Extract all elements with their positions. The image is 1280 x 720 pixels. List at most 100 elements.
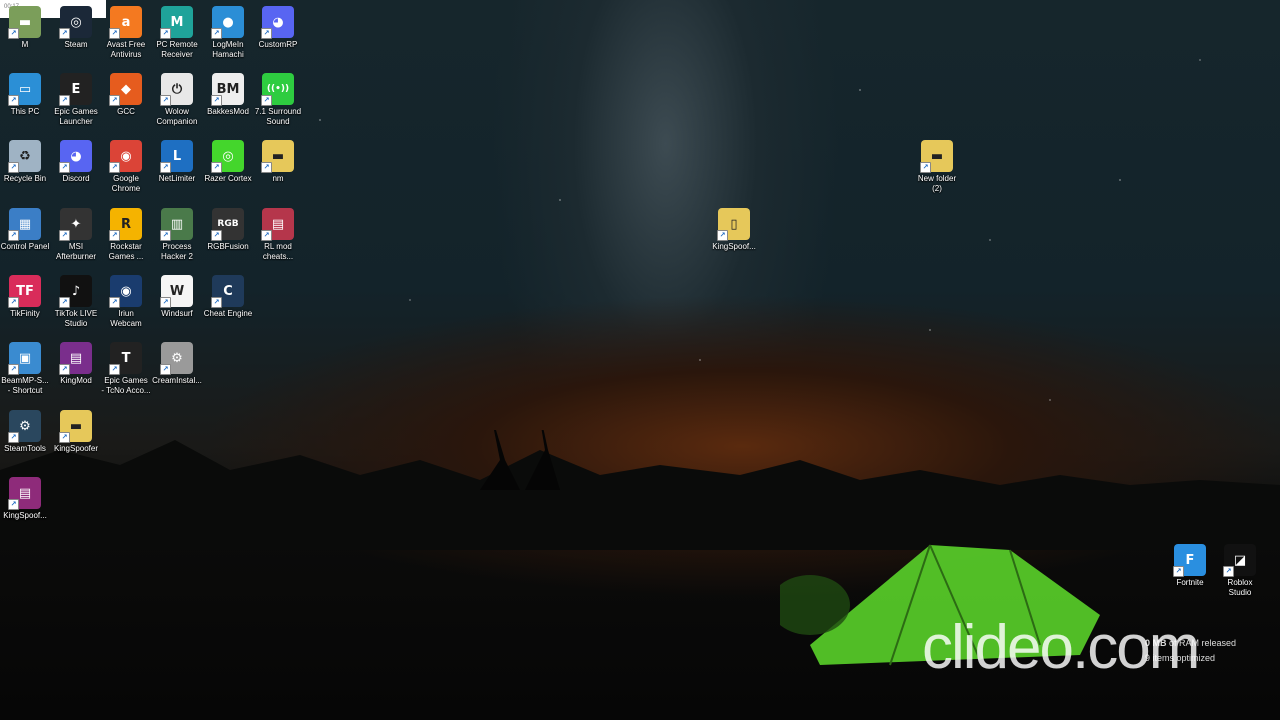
shortcut-arrow-icon: ↗ (717, 230, 728, 241)
folder-icon: ▬ ↗ (59, 410, 92, 443)
desktop-icon-rockstar[interactable]: R ↗ Rockstar Games ... (101, 208, 151, 262)
desktop-icon-process-hacker[interactable]: ▥ ↗ Process Hacker 2 (152, 208, 202, 262)
desktop-icon-beammp[interactable]: ▣ ↗ BeamMP-S... - Shortcut (0, 342, 50, 396)
desktop-icon-roblox-studio[interactable]: ◪ ↗ Roblox Studio (1215, 544, 1265, 598)
shortcut-arrow-icon: ↗ (261, 95, 272, 106)
desktop-icon-label: Google Chrome (111, 174, 141, 193)
desktop-icon-pc-remote[interactable]: M ↗ PC Remote Receiver (152, 6, 202, 60)
rockstar-icon: R ↗ (109, 208, 142, 241)
tikfinity-icon: TF ↗ (8, 275, 41, 308)
tiktok-icon: ♪ ↗ (59, 275, 92, 308)
desktop-icon-label: CustomRP (258, 40, 298, 49)
desktop-icon-gcc[interactable]: ◆ ↗ GCC (101, 73, 151, 117)
desktop-icon-epic-games[interactable]: E ↗ Epic Games Launcher (51, 73, 101, 127)
shortcut-arrow-icon: ↗ (59, 297, 70, 308)
desktop-icon-steam[interactable]: ◎ ↗ Steam (51, 6, 101, 50)
desktop-icon-label: Roblox Studio (1227, 578, 1253, 597)
desktop-icon-label: TikTok LIVE Studio (54, 309, 98, 328)
shortcut-arrow-icon: ↗ (59, 162, 70, 173)
desktop-icon-label: LogMeIn Hamachi (212, 40, 244, 59)
netlimiter-icon: L ↗ (160, 140, 193, 173)
shortcut-arrow-icon: ↗ (8, 162, 19, 173)
desktop-icon-folder[interactable]: ▬ ↗ M (0, 6, 50, 50)
desktop-icon-cheat-engine[interactable]: C ↗ Cheat Engine (203, 275, 253, 319)
desktop-icon-tcno[interactable]: T ↗ Epic Games - TcNo Acco... (101, 342, 151, 396)
hamachi-icon: ● ↗ (211, 6, 244, 39)
steamtools-icon: ⚙ ↗ (8, 410, 41, 443)
desktop-icon-surround-sound[interactable]: ((•)) ↗ 7.1 Surround Sound (253, 73, 303, 127)
ram-released-text: 0 MB of RAM released (1145, 638, 1236, 648)
shortcut-arrow-icon: ↗ (1223, 566, 1234, 577)
desktop-icon-rar-archive[interactable]: ▤ ↗ RL mod cheats... (253, 208, 303, 262)
desktop-icon-computer[interactable]: ▭ ↗ This PC (0, 73, 50, 117)
desktop-icon-msi-afterburner[interactable]: ✦ ↗ MSI Afterburner (51, 208, 101, 262)
epic-games-icon: E ↗ (59, 73, 92, 106)
desktop-icon-folder[interactable]: ▬ ↗ nm (253, 140, 303, 184)
shortcut-arrow-icon: ↗ (261, 28, 272, 39)
desktop-icon-discord[interactable]: ◕ ↗ Discord (51, 140, 101, 184)
desktop-icon-folder[interactable]: ▬ ↗ KingSpoofer (51, 410, 101, 454)
folder-icon: ▬ ↗ (920, 140, 953, 173)
desktop-icon-label: KingSpoof... (3, 511, 47, 520)
shortcut-arrow-icon: ↗ (59, 230, 70, 241)
desktop-icon-label: Cheat Engine (203, 309, 253, 318)
desktop-icon-netlimiter[interactable]: L ↗ NetLimiter (152, 140, 202, 184)
desktop-icon-label: Epic Games - TcNo Acco... (101, 376, 151, 395)
desktop-icon-fortnite[interactable]: F ↗ Fortnite (1165, 544, 1215, 588)
desktop-icon-label: New folder (2) (917, 174, 957, 193)
desktop-icon-label: RL mod cheats... (262, 242, 294, 261)
desktop-icon-windsurf[interactable]: W ↗ Windsurf (152, 275, 202, 319)
desktop-icon-label: nm (272, 174, 284, 183)
ram-released-suffix: of RAM released (1169, 638, 1237, 648)
shortcut-arrow-icon: ↗ (160, 28, 171, 39)
shortcut-arrow-icon: ↗ (8, 28, 19, 39)
desktop-icon-power[interactable]: ⏻ ↗ Wolow Companion (152, 73, 202, 127)
desktop-icon-discord[interactable]: ◕ ↗ CustomRP (253, 6, 303, 50)
recycle-bin-icon: ♻ ↗ (8, 140, 41, 173)
desktop-icon-razer-cortex[interactable]: ◎ ↗ Razer Cortex (203, 140, 253, 184)
shortcut-arrow-icon: ↗ (109, 297, 120, 308)
rar-archive-icon: ▤ ↗ (261, 208, 294, 241)
desktop-icon-file[interactable]: ▯ ↗ KingSpoof... (709, 208, 759, 252)
shortcut-arrow-icon: ↗ (160, 95, 171, 106)
chrome-icon: ◉ ↗ (109, 140, 142, 173)
desktop-icon-label: TikFinity (10, 309, 40, 318)
shortcut-arrow-icon: ↗ (109, 230, 120, 241)
desktop-icon-rgbfusion[interactable]: RGB ↗ RGBFusion (203, 208, 253, 252)
iriun-webcam-icon: ◉ ↗ (109, 275, 142, 308)
desktop-icon-recycle-bin[interactable]: ♻ ↗ Recycle Bin (0, 140, 50, 184)
items-optimized-text: 9 items optimized (1145, 653, 1216, 663)
bakkesmod-icon: BM ↗ (211, 73, 244, 106)
desktop-icon-label: RGBFusion (207, 242, 249, 251)
tcno-icon: T ↗ (109, 342, 142, 375)
desktop-icon-steamtools[interactable]: ⚙ ↗ SteamTools (0, 410, 50, 454)
desktop-icon-rar-archive[interactable]: ▤ ↗ KingMod (51, 342, 101, 386)
desktop-icon-bakkesmod[interactable]: BM ↗ BakkesMod (203, 73, 253, 117)
shortcut-arrow-icon: ↗ (211, 28, 222, 39)
shortcut-arrow-icon: ↗ (211, 162, 222, 173)
wallpaper-mountains (0, 430, 1280, 550)
desktop-icon-label: Control Panel (0, 242, 50, 251)
desktop-icon-tikfinity[interactable]: TF ↗ TikFinity (0, 275, 50, 319)
shortcut-arrow-icon: ↗ (211, 230, 222, 241)
file-icon: ▯ ↗ (717, 208, 750, 241)
desktop-icon-tiktok[interactable]: ♪ ↗ TikTok LIVE Studio (51, 275, 101, 329)
desktop-icon-chrome[interactable]: ◉ ↗ Google Chrome (101, 140, 151, 194)
avast-icon: a ↗ (109, 6, 142, 39)
rar-archive-icon: ▤ ↗ (8, 477, 41, 510)
desktop-icon-rar-archive[interactable]: ▤ ↗ KingSpoof... (0, 477, 50, 521)
desktop-icon-hamachi[interactable]: ● ↗ LogMeIn Hamachi (203, 6, 253, 60)
shortcut-arrow-icon: ↗ (109, 364, 120, 375)
desktop-icon-avast[interactable]: a ↗ Avast Free Antivirus (101, 6, 151, 60)
desktop-icon-label: 7.1 Surround Sound (254, 107, 302, 126)
desktop-icon-folder[interactable]: ▬ ↗ New folder (2) (912, 140, 962, 194)
desktop-icon-iriun-webcam[interactable]: ◉ ↗ Iriun Webcam (101, 275, 151, 329)
desktop-icon-control-panel[interactable]: ▦ ↗ Control Panel (0, 208, 50, 252)
desktop-icon-gear[interactable]: ⚙ ↗ CreamInstal... (152, 342, 202, 386)
ram-released-amount: 0 MB (1145, 638, 1167, 648)
desktop-icon-label: BakkesMod (207, 107, 249, 116)
power-icon: ⏻ ↗ (160, 73, 193, 106)
msi-afterburner-icon: ✦ ↗ (59, 208, 92, 241)
desktop-icon-label: MSI Afterburner (55, 242, 97, 261)
desktop-icon-label: KingSpoofer (53, 444, 99, 453)
